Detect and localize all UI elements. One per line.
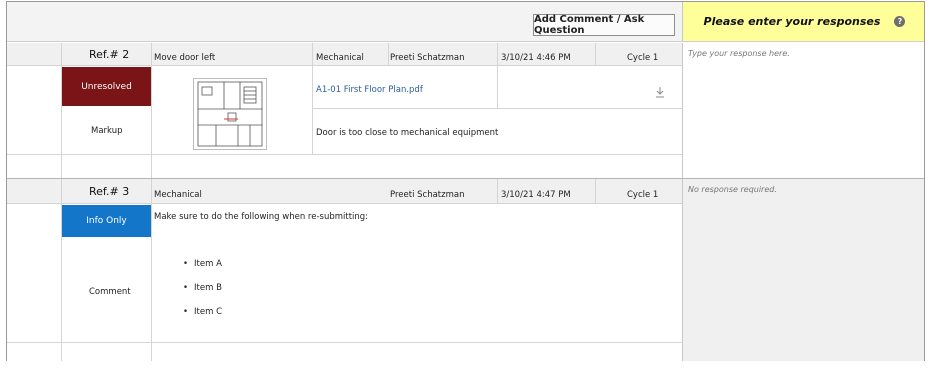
review-comments-panel: Add Comment / Ask Question Please enter …: [6, 1, 925, 361]
list-item: Item C: [183, 307, 222, 317]
item-cycle: Cycle 1: [627, 53, 659, 63]
response-area: No response required.: [682, 179, 924, 361]
floor-plan-thumbnail-icon: [197, 81, 263, 147]
item-timestamp: 3/10/21 4:46 PM: [501, 53, 571, 63]
item-title: Move door left: [154, 53, 216, 63]
responses-header-title: Please enter your responses: [703, 15, 881, 28]
status-badge[interactable]: Info Only: [62, 205, 151, 237]
response-placeholder: Type your response here.: [688, 49, 790, 58]
item-comment: Make sure to do the following when re-su…: [154, 212, 369, 222]
floor-plan-thumbnail[interactable]: [193, 78, 267, 150]
status-badge[interactable]: Unresolved: [62, 67, 151, 106]
item-ref: Ref.# 2: [89, 48, 130, 61]
item-comment: Door is too close to mechanical equipmen…: [316, 128, 499, 138]
item-discipline: Mechanical: [316, 53, 364, 63]
item-cycle: Cycle 1: [627, 190, 659, 200]
help-icon[interactable]: ?: [894, 16, 906, 27]
item-type: Markup: [91, 126, 123, 136]
item-ref: Ref.# 3: [89, 185, 130, 198]
item-discipline: Mechanical: [154, 190, 202, 200]
item-author: Preeti Schatzman: [390, 190, 465, 200]
list-item: Item B: [183, 283, 222, 293]
status-badge-label: Unresolved: [81, 81, 132, 92]
attachment-link[interactable]: A1-01 First Floor Plan.pdf: [316, 85, 423, 95]
download-icon[interactable]: [653, 84, 667, 98]
response-note: No response required.: [688, 185, 777, 194]
item-author: Preeti Schatzman: [390, 53, 465, 63]
toolbar: Add Comment / Ask Question: [7, 2, 682, 42]
list-item: Item A: [183, 259, 222, 269]
item-type: Comment: [89, 287, 131, 297]
add-comment-button[interactable]: Add Comment / Ask Question: [533, 14, 675, 36]
status-badge-label: Info Only: [86, 216, 127, 226]
response-input-area[interactable]: Type your response here.: [682, 43, 924, 178]
item-timestamp: 3/10/21 4:47 PM: [501, 190, 571, 200]
responses-header: Please enter your responses ?: [682, 2, 924, 42]
